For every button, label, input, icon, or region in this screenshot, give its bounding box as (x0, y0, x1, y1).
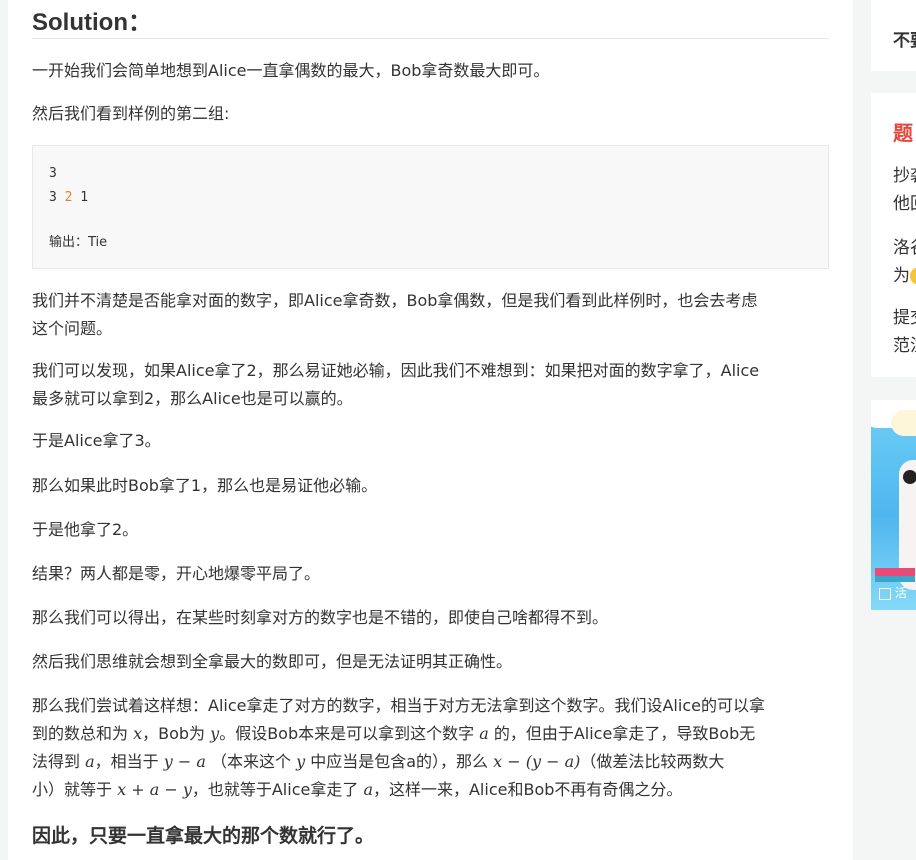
math-var: y (210, 724, 220, 743)
book-stack (875, 576, 915, 582)
math-var: y (296, 752, 306, 771)
math-expr: x − (y − a) (493, 752, 581, 771)
sidebar-card-text: 不要 (893, 31, 916, 51)
math-var: x (133, 724, 143, 743)
book-stack (875, 568, 915, 576)
paragraph: 我们并不清楚是否能拿对面的数字，即Alice拿奇数，Bob拿偶数，但是我们看到此… (32, 291, 758, 338)
banner-label: 活 (879, 584, 907, 601)
character-hair (903, 470, 916, 484)
math-var: a (85, 752, 95, 771)
paragraph: 一开始我们会简单地想到Alice一直拿偶数的最大，Bob拿奇数最大即可。 (32, 61, 550, 80)
sidebar-card[interactable]: 不要 (871, 0, 916, 71)
paragraph: 结果？两人都是零，开心地爆零平局了。 (32, 564, 321, 583)
paragraph: 然后我们看到样例的第二组: (32, 104, 230, 123)
sidebar-line: 为 (893, 261, 916, 286)
conclusion-heading: 因此，只要一直拿最大的那个数就行了。 (32, 825, 375, 847)
paragraph: 于是他拿了2。 (32, 520, 139, 539)
sidebar-card-title: 题 (893, 121, 913, 145)
paragraph: 然后我们思维就会想到全拿最大的数即可，但是无法证明其正确性。 (32, 652, 513, 671)
emoji-icon (910, 268, 916, 284)
paragraph-math: 那么我们尝试着这样想：Alice拿走了对方的数字，相当于对方无法拿到这个数字。我… (32, 696, 765, 799)
code-line: 输出：Tie (49, 235, 108, 250)
code-block: 3 3 2 1 输出：Tie (32, 145, 829, 269)
math-var: a (363, 780, 373, 799)
paragraph: 我们可以发现，如果Alice拿了2，那么易证她必输，因此我们不难想到：如果把对面… (32, 361, 760, 408)
code-line: 3 (49, 166, 57, 181)
paragraph: 那么如果此时Bob拿了1，那么也是易证他必输。 (32, 476, 378, 495)
math-expr: x + a − y (117, 780, 192, 799)
sidebar-ad-banner[interactable]: 活 (871, 400, 916, 610)
cloud-shape (891, 410, 916, 436)
sidebar-card-notice: 题 抄袭 他回 洛谷 为 提交 范注 (871, 93, 916, 377)
article-panel: Solution： 一开始我们会简单地想到Alice一直拿偶数的最大，Bob拿奇… (8, 0, 853, 860)
banner-icon (879, 587, 891, 600)
solution-heading: Solution： (32, 0, 829, 39)
math-var: a (479, 724, 489, 743)
sidebar-line: 范注 (893, 336, 916, 356)
sidebar-line: 提交 (893, 308, 916, 328)
math-expr: y − a (163, 752, 206, 771)
article-content: Solution： 一开始我们会简单地想到Alice一直拿偶数的最大，Bob拿奇… (32, 0, 829, 847)
sidebar-line: 洛谷 (893, 238, 916, 258)
code-line: 3 2 1 (49, 190, 89, 205)
sidebar-line: 抄袭 (893, 166, 916, 186)
paragraph: 那么我们可以得出，在某些时刻拿对方的数字也是不错的，即使自己啥都得不到。 (32, 608, 609, 627)
sidebar-line: 他回 (893, 194, 916, 214)
paragraph: 于是Alice拿了3。 (32, 431, 161, 450)
